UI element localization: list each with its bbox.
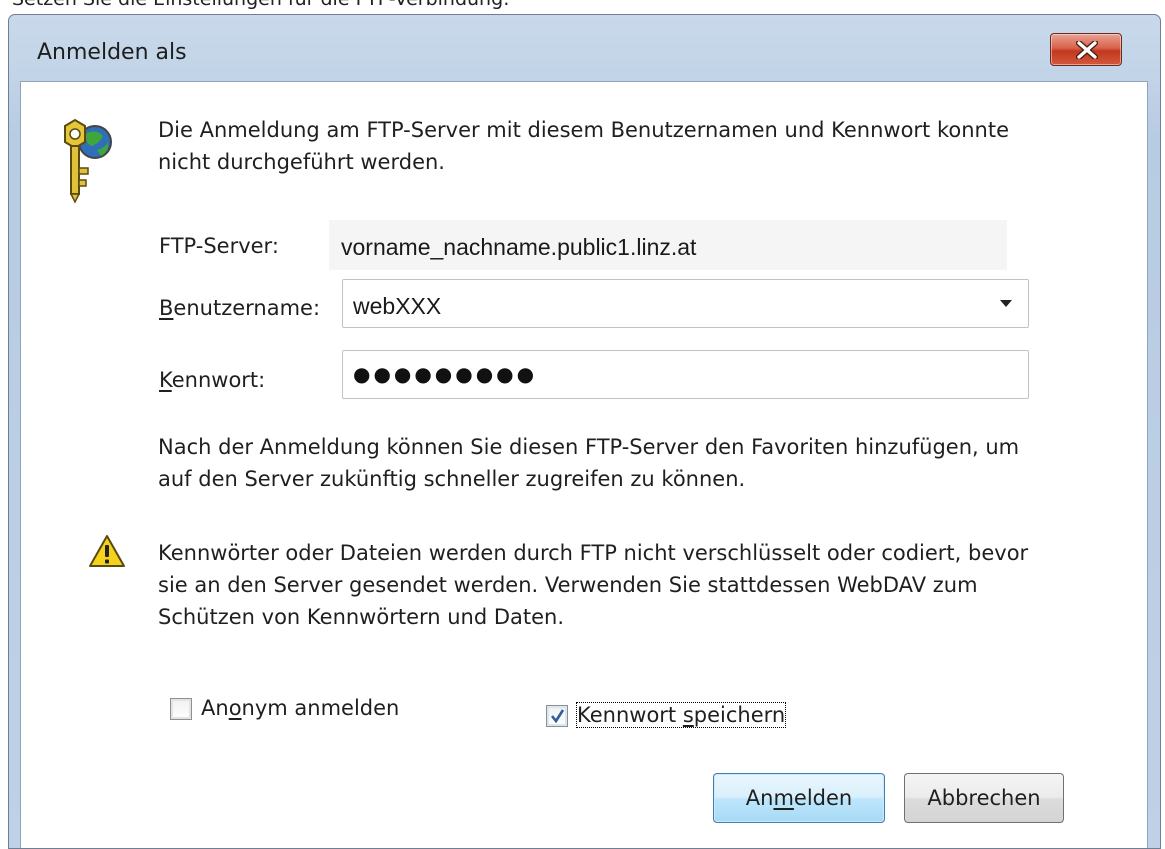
- warning-icon: [88, 534, 126, 572]
- checkmark-icon: [550, 709, 565, 724]
- security-warning-line-1: Kennwörter oder Dateien werden durch FTP…: [158, 541, 1029, 565]
- error-message: Die Anmeldung am FTP-Server mit diesem B…: [158, 114, 1009, 178]
- security-warning-line-2: sie an den Server gesendet werden. Verwe…: [158, 573, 978, 597]
- security-warning: Kennwörter oder Dateien werden durch FTP…: [158, 537, 1028, 633]
- title-bar[interactable]: Anmelden als: [9, 15, 1160, 81]
- save-password-checkbox[interactable]: [546, 705, 568, 727]
- ftp-server-field: vorname_nachname.public1.linz.at: [329, 220, 1007, 270]
- error-message-line-2: nicht durchgeführt werden.: [158, 150, 445, 174]
- dialog-content: Die Anmeldung am FTP-Server mit diesem B…: [20, 81, 1148, 848]
- username-label: Benutzername:: [159, 296, 321, 320]
- ftp-server-value: vorname_nachname.public1.linz.at: [341, 234, 697, 260]
- username-value: webXXX: [353, 293, 442, 319]
- error-message-line-1: Die Anmeldung am FTP-Server mit diesem B…: [158, 118, 1009, 142]
- anonymous-login-label[interactable]: Anonym anmelden: [201, 696, 399, 720]
- username-combobox[interactable]: webXXX: [342, 279, 1029, 328]
- save-password-label[interactable]: Kennwort speichern: [575, 702, 787, 728]
- login-button[interactable]: Anmelden: [713, 773, 885, 823]
- password-label: Kennwort:: [159, 368, 266, 392]
- security-warning-line-3: Schützen von Kennwörtern und Daten.: [158, 605, 565, 629]
- cancel-button[interactable]: Abbrechen: [904, 773, 1064, 823]
- login-dialog: Anmelden als Die Anmeldung am FTP-Server…: [8, 14, 1161, 849]
- caption-above-window: Setzen Sie die Einstellungen für die FTP…: [12, 0, 510, 10]
- chevron-down-icon[interactable]: [1000, 300, 1012, 308]
- ftp-server-label: FTP-Server:: [159, 234, 279, 258]
- favorites-info-line-2: auf den Server zukünftig schneller zugre…: [158, 467, 746, 491]
- favorites-info: Nach der Anmeldung können Sie diesen FTP…: [158, 431, 1019, 495]
- dialog-title: Anmelden als: [37, 40, 187, 65]
- password-masked-value: ●●●●●●●●●: [353, 362, 538, 386]
- close-icon: [1076, 41, 1098, 59]
- keys-globe-icon: [51, 112, 121, 216]
- anonymous-login-checkbox[interactable]: [170, 698, 192, 720]
- favorites-info-line-1: Nach der Anmeldung können Sie diesen FTP…: [158, 435, 1020, 459]
- password-field[interactable]: ●●●●●●●●●: [342, 350, 1029, 399]
- close-button[interactable]: [1050, 33, 1122, 66]
